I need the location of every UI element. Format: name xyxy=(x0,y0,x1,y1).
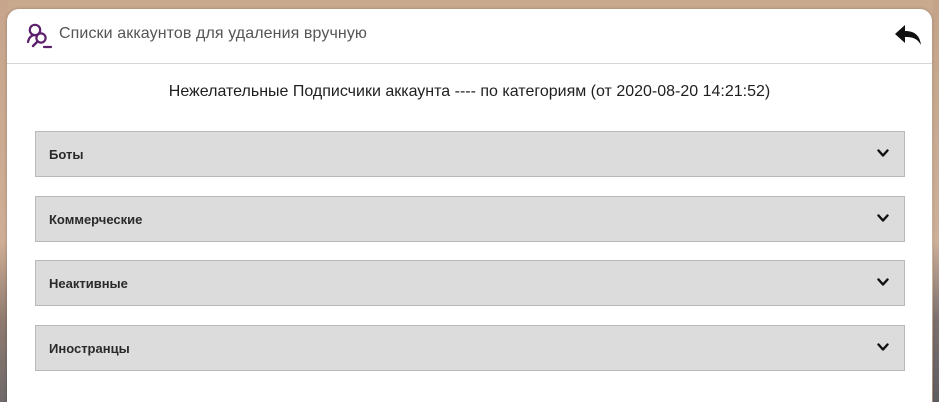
chevron-down-icon[interactable] xyxy=(877,149,889,158)
category-inactive[interactable]: Неактивные xyxy=(35,260,905,306)
back-arrow-icon[interactable] xyxy=(894,23,922,47)
category-foreigners[interactable]: Иностранцы xyxy=(35,325,905,371)
category-bots[interactable]: Боты xyxy=(35,131,905,177)
background-right xyxy=(933,0,939,402)
panel-header: Списки аккаунтов для удаления вручную xyxy=(7,9,932,64)
category-label: Боты xyxy=(49,147,84,162)
category-label: Коммерческие xyxy=(49,212,143,227)
category-label: Иностранцы xyxy=(49,341,130,356)
chevron-down-icon[interactable] xyxy=(877,343,889,352)
main-panel: Списки аккаунтов для удаления вручную Не… xyxy=(7,9,932,402)
user-search-icon xyxy=(26,23,53,49)
category-commercial[interactable]: Коммерческие xyxy=(35,196,905,242)
chevron-down-icon[interactable] xyxy=(877,278,889,287)
report-subtitle: Нежелательные Подписчики аккаунта ---- п… xyxy=(168,83,771,100)
category-label: Неактивные xyxy=(49,276,128,291)
page-title: Списки аккаунтов для удаления вручную xyxy=(59,25,368,42)
chevron-down-icon[interactable] xyxy=(877,214,889,223)
